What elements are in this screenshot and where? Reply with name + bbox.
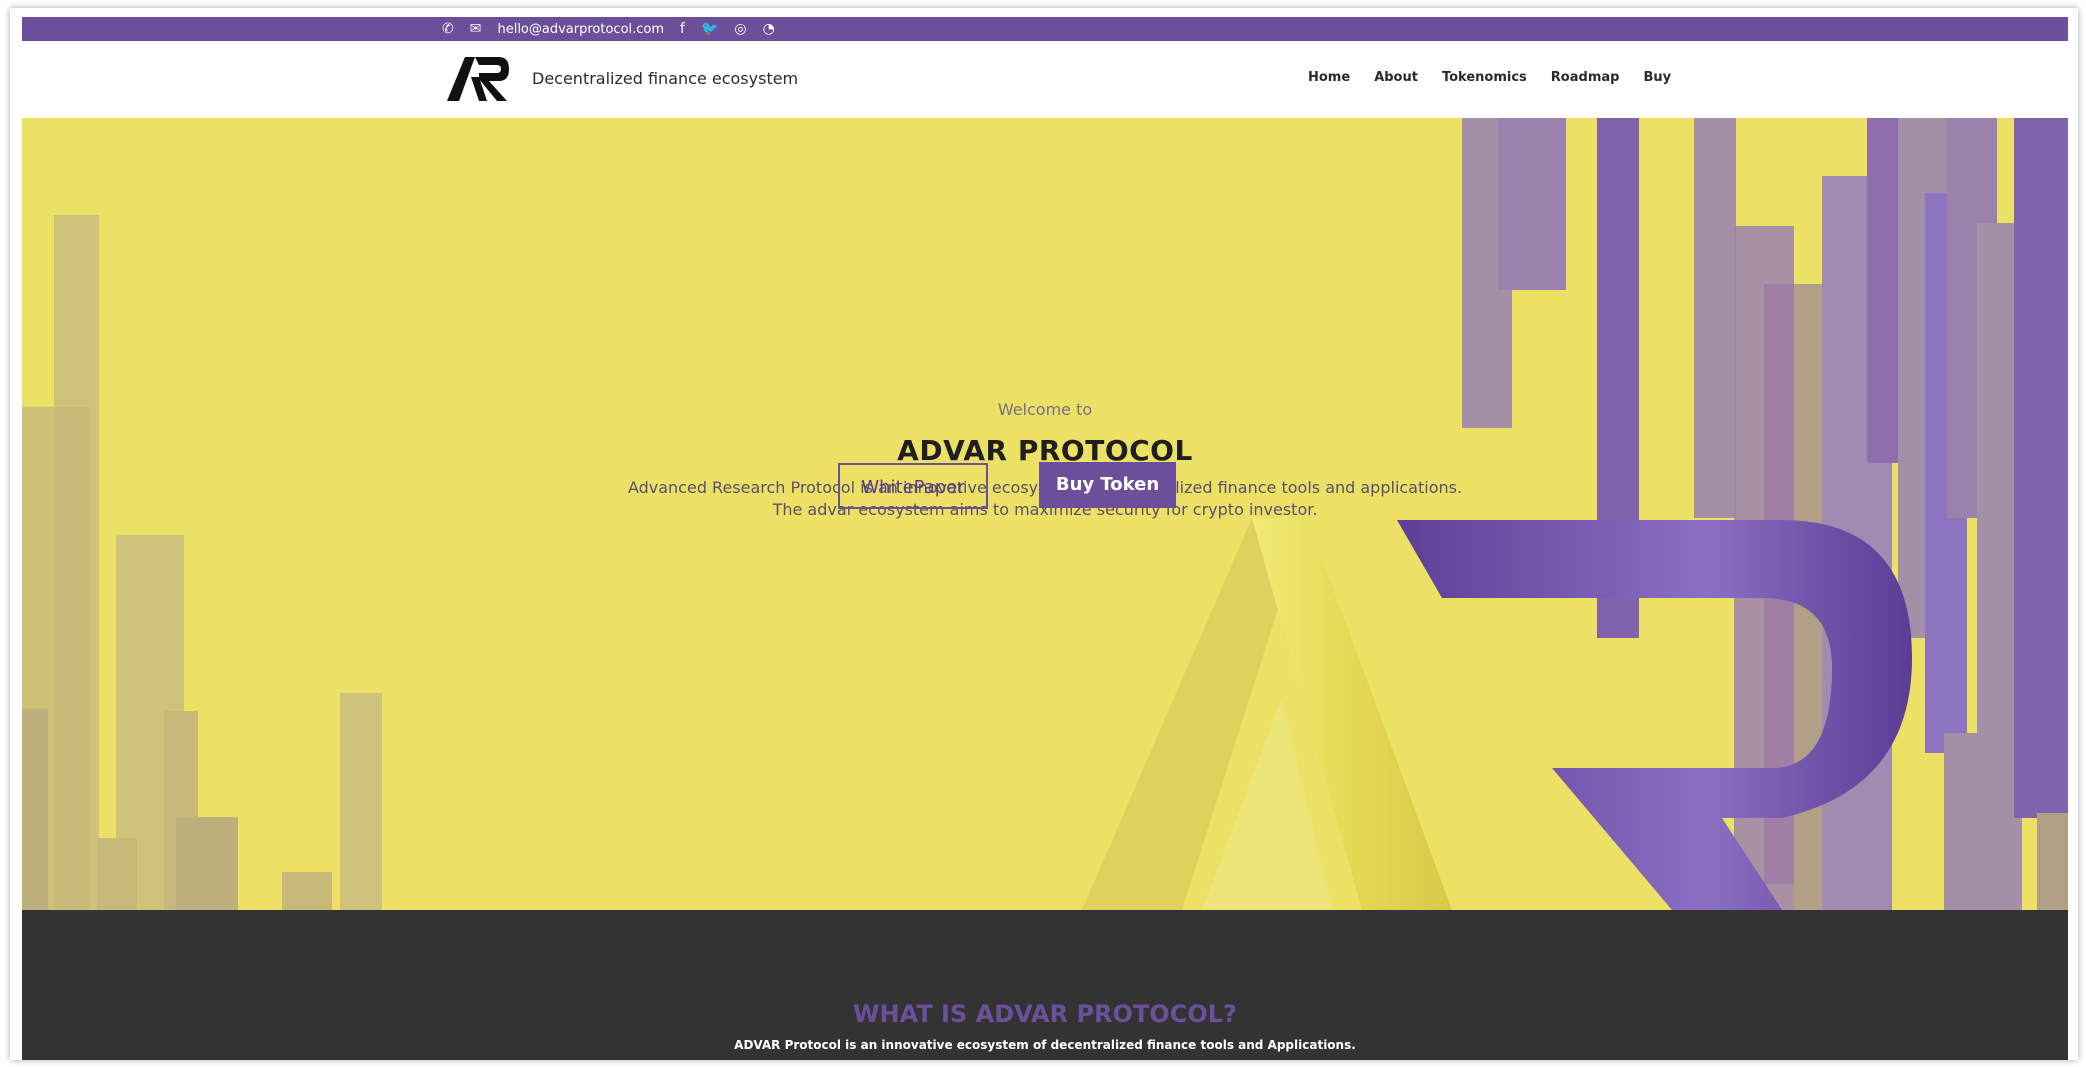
nav-home[interactable]: Home xyxy=(1308,70,1350,85)
site-header: Decentralized finance ecosystem Home Abo… xyxy=(22,41,2068,118)
contact-email[interactable]: hello@advarprotocol.com xyxy=(497,22,664,37)
facebook-icon[interactable]: f xyxy=(680,19,685,39)
mail-icon[interactable]: ✉ xyxy=(470,19,482,39)
rss-icon[interactable]: ◔ xyxy=(763,19,775,39)
about-description: ADVAR Protocol is an innovative ecosyste… xyxy=(734,1038,1356,1052)
decorative-bar xyxy=(1498,118,1566,290)
decorative-bar xyxy=(2037,813,2068,910)
hero-section: Welcome to ADVAR PROTOCOL Advanced Resea… xyxy=(22,118,2068,910)
hero-welcome: Welcome to xyxy=(997,400,1093,419)
nav-about[interactable]: About xyxy=(1374,70,1418,85)
instagram-icon[interactable]: ◎ xyxy=(734,19,746,39)
nav-tokenomics[interactable]: Tokenomics xyxy=(1442,70,1527,85)
decorative-bar xyxy=(2014,118,2068,818)
phone-icon[interactable]: ✆ xyxy=(442,19,454,39)
top-contact-bar: ✆ ✉ hello@advarprotocol.com f 🐦 ◎ ◔ xyxy=(22,17,2068,41)
ar-3d-graphic xyxy=(1082,518,1912,910)
main-nav: Home About Tokenomics Roadmap Buy xyxy=(1308,70,1671,85)
decorative-bar xyxy=(282,872,332,910)
site-tagline: Decentralized finance ecosystem xyxy=(532,69,799,88)
contact-links: ✆ ✉ hello@advarprotocol.com f 🐦 ◎ ◔ xyxy=(442,19,775,39)
nav-roadmap[interactable]: Roadmap xyxy=(1551,70,1620,85)
about-title: WHAT IS ADVAR PROTOCOL? xyxy=(853,1000,1237,1028)
about-section: WHAT IS ADVAR PROTOCOL? ADVAR Protocol i… xyxy=(22,910,2068,1060)
nav-buy[interactable]: Buy xyxy=(1643,70,1671,85)
buy-token-button[interactable]: Buy Token xyxy=(1039,462,1176,508)
decorative-bar xyxy=(176,817,238,910)
decorative-bar xyxy=(22,709,48,910)
decorative-bar xyxy=(97,838,137,910)
ar-logo-icon[interactable] xyxy=(445,55,511,103)
twitter-icon[interactable]: 🐦 xyxy=(701,19,718,39)
whitepaper-button[interactable]: WhitePaper xyxy=(838,463,988,509)
decorative-bar xyxy=(340,693,382,910)
